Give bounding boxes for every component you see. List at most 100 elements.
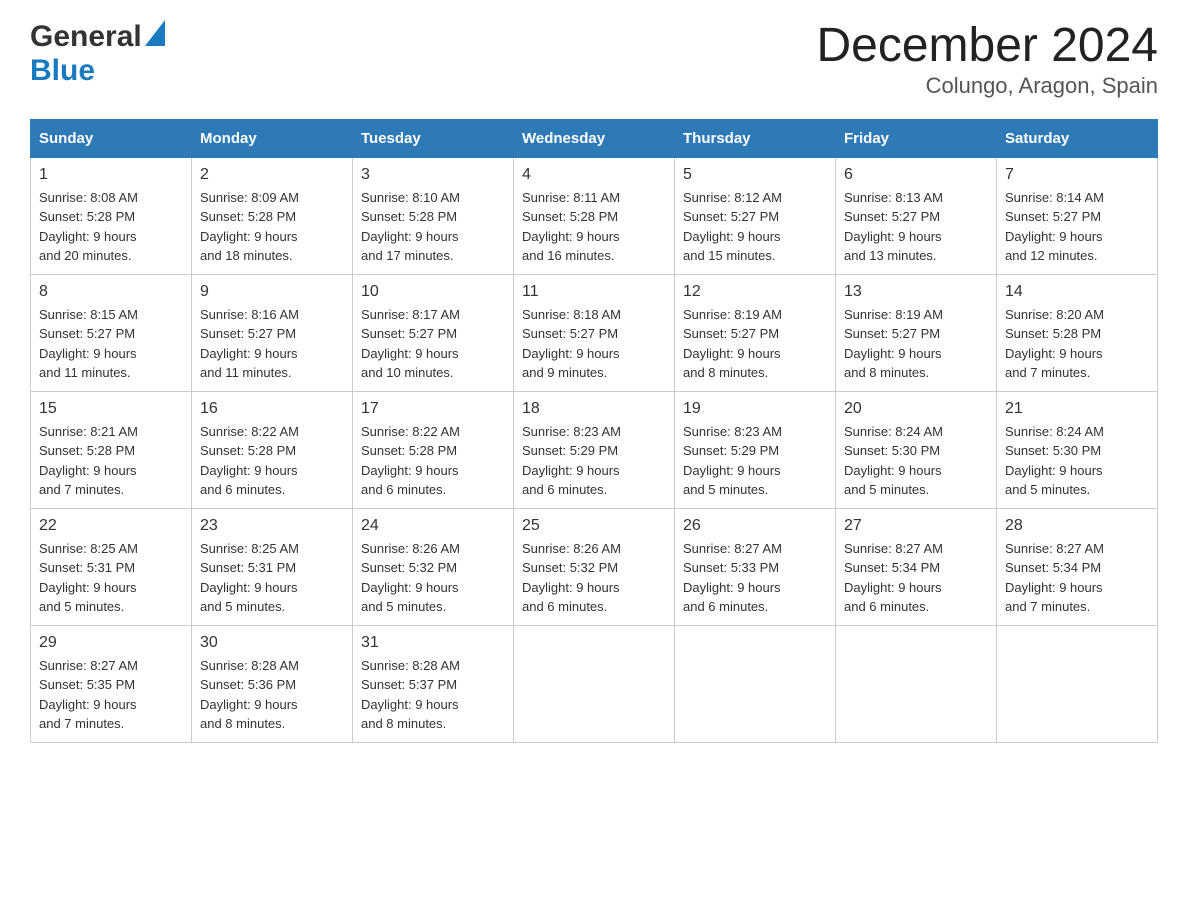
header-saturday: Saturday <box>997 119 1158 157</box>
calendar-cell: 29Sunrise: 8:27 AMSunset: 5:35 PMDayligh… <box>31 625 192 742</box>
calendar-cell: 13 Sunrise: 8:19 AMSunset: 5:27 PMDayligh… <box>836 274 997 391</box>
day-detail: Sunrise: 8:20 AMSunset: 5:28 PMDaylight:… <box>1005 305 1149 383</box>
calendar-cell: 16 Sunrise: 8:22 AMSunset: 5:28 PMDayligh… <box>192 391 353 508</box>
day-number: 20 <box>844 400 988 418</box>
calendar-cell: 8Sunrise: 8:15 AMSunset: 5:27 PMDaylight… <box>31 274 192 391</box>
calendar-row: 1 Sunrise: 8:08 AMSunset: 5:28 PMDaylight… <box>31 157 1158 274</box>
day-number: 25 <box>522 517 666 535</box>
day-number: 26 <box>683 517 827 535</box>
calendar-cell <box>675 625 836 742</box>
day-detail: Sunrise: 8:27 AMSunset: 5:33 PMDaylight:… <box>683 539 827 617</box>
calendar-cell: 26 Sunrise: 8:27 AMSunset: 5:33 PMDayligh… <box>675 508 836 625</box>
day-number: 21 <box>1005 400 1149 418</box>
calendar-cell: 1 Sunrise: 8:08 AMSunset: 5:28 PMDaylight… <box>31 157 192 274</box>
calendar-cell <box>514 625 675 742</box>
calendar-cell: 14 Sunrise: 8:20 AMSunset: 5:28 PMDayligh… <box>997 274 1158 391</box>
day-number: 17 <box>361 400 505 418</box>
calendar-cell: 4 Sunrise: 8:11 AMSunset: 5:28 PMDaylight… <box>514 157 675 274</box>
calendar-cell: 6Sunrise: 8:13 AMSunset: 5:27 PMDaylight… <box>836 157 997 274</box>
calendar-row: 22 Sunrise: 8:25 AMSunset: 5:31 PMDayligh… <box>31 508 1158 625</box>
day-detail: Sunrise: 8:16 AMSunset: 5:27 PMDaylight:… <box>200 305 344 383</box>
day-number: 18 <box>522 400 666 418</box>
calendar-cell: 12 Sunrise: 8:19 AMSunset: 5:27 PMDayligh… <box>675 274 836 391</box>
day-number: 7 <box>1005 166 1149 184</box>
calendar-cell: 17 Sunrise: 8:22 AMSunset: 5:28 PMDayligh… <box>353 391 514 508</box>
day-detail: Sunrise: 8:24 AMSunset: 5:30 PMDaylight:… <box>844 422 988 500</box>
calendar-cell: 27Sunrise: 8:27 AMSunset: 5:34 PMDayligh… <box>836 508 997 625</box>
day-number: 31 <box>361 634 505 652</box>
calendar-cell: 3Sunrise: 8:10 AMSunset: 5:28 PMDaylight… <box>353 157 514 274</box>
day-number: 30 <box>200 634 344 652</box>
day-detail: Sunrise: 8:28 AMSunset: 5:36 PMDaylight:… <box>200 656 344 734</box>
calendar-row: 29Sunrise: 8:27 AMSunset: 5:35 PMDayligh… <box>31 625 1158 742</box>
calendar-row: 15 Sunrise: 8:21 AMSunset: 5:28 PMDayligh… <box>31 391 1158 508</box>
day-detail: Sunrise: 8:28 AMSunset: 5:37 PMDaylight:… <box>361 656 505 734</box>
day-detail: Sunrise: 8:23 AMSunset: 5:29 PMDaylight:… <box>522 422 666 500</box>
day-detail: Sunrise: 8:22 AMSunset: 5:28 PMDaylight:… <box>361 422 505 500</box>
day-number: 24 <box>361 517 505 535</box>
day-detail: Sunrise: 8:18 AMSunset: 5:27 PMDaylight:… <box>522 305 666 383</box>
header-thursday: Thursday <box>675 119 836 157</box>
calendar-table: Sunday Monday Tuesday Wednesday Thursday… <box>30 119 1158 743</box>
calendar-cell: 11 Sunrise: 8:18 AMSunset: 5:27 PMDayligh… <box>514 274 675 391</box>
logo-blue: Blue <box>30 54 95 88</box>
calendar-row: 8Sunrise: 8:15 AMSunset: 5:27 PMDaylight… <box>31 274 1158 391</box>
day-number: 28 <box>1005 517 1149 535</box>
calendar-cell: 30 Sunrise: 8:28 AMSunset: 5:36 PMDayligh… <box>192 625 353 742</box>
day-number: 12 <box>683 283 827 301</box>
day-number: 23 <box>200 517 344 535</box>
calendar-cell: 5 Sunrise: 8:12 AMSunset: 5:27 PMDaylight… <box>675 157 836 274</box>
day-detail: Sunrise: 8:09 AMSunset: 5:28 PMDaylight:… <box>200 188 344 266</box>
day-detail: Sunrise: 8:26 AMSunset: 5:32 PMDaylight:… <box>522 539 666 617</box>
day-number: 1 <box>39 166 183 184</box>
logo-general: General <box>30 20 142 54</box>
day-number: 16 <box>200 400 344 418</box>
day-detail: Sunrise: 8:08 AMSunset: 5:28 PMDaylight:… <box>39 188 183 266</box>
calendar-cell: 25 Sunrise: 8:26 AMSunset: 5:32 PMDayligh… <box>514 508 675 625</box>
day-number: 15 <box>39 400 183 418</box>
day-detail: Sunrise: 8:22 AMSunset: 5:28 PMDaylight:… <box>200 422 344 500</box>
header-friday: Friday <box>836 119 997 157</box>
logo: General Blue <box>30 20 165 88</box>
logo-arrow-icon <box>145 20 165 46</box>
title-block: December 2024 Colungo, Aragon, Spain <box>816 20 1158 99</box>
day-number: 11 <box>522 283 666 301</box>
day-detail: Sunrise: 8:25 AMSunset: 5:31 PMDaylight:… <box>200 539 344 617</box>
day-detail: Sunrise: 8:19 AMSunset: 5:27 PMDaylight:… <box>844 305 988 383</box>
day-detail: Sunrise: 8:21 AMSunset: 5:28 PMDaylight:… <box>39 422 183 500</box>
calendar-cell <box>997 625 1158 742</box>
day-number: 5 <box>683 166 827 184</box>
header-tuesday: Tuesday <box>353 119 514 157</box>
day-number: 13 <box>844 283 988 301</box>
day-number: 27 <box>844 517 988 535</box>
calendar-cell: 20 Sunrise: 8:24 AMSunset: 5:30 PMDayligh… <box>836 391 997 508</box>
day-detail: Sunrise: 8:27 AMSunset: 5:35 PMDaylight:… <box>39 656 183 734</box>
day-number: 14 <box>1005 283 1149 301</box>
day-number: 22 <box>39 517 183 535</box>
day-number: 8 <box>39 283 183 301</box>
calendar-cell: 7 Sunrise: 8:14 AMSunset: 5:27 PMDaylight… <box>997 157 1158 274</box>
calendar-cell: 22Sunrise: 8:25 AMSunset: 5:31 PMDayligh… <box>31 508 192 625</box>
calendar-cell: 24 Sunrise: 8:26 AMSunset: 5:32 PMDayligh… <box>353 508 514 625</box>
day-detail: Sunrise: 8:14 AMSunset: 5:27 PMDaylight:… <box>1005 188 1149 266</box>
page-title: December 2024 <box>816 20 1158 73</box>
header-monday: Monday <box>192 119 353 157</box>
day-detail: Sunrise: 8:24 AMSunset: 5:30 PMDaylight:… <box>1005 422 1149 500</box>
day-detail: Sunrise: 8:11 AMSunset: 5:28 PMDaylight:… <box>522 188 666 266</box>
calendar-cell <box>836 625 997 742</box>
calendar-cell: 9 Sunrise: 8:16 AMSunset: 5:27 PMDaylight… <box>192 274 353 391</box>
calendar-cell: 28Sunrise: 8:27 AMSunset: 5:34 PMDayligh… <box>997 508 1158 625</box>
day-detail: Sunrise: 8:12 AMSunset: 5:27 PMDaylight:… <box>683 188 827 266</box>
day-number: 3 <box>361 166 505 184</box>
calendar-cell: 19Sunrise: 8:23 AMSunset: 5:29 PMDayligh… <box>675 391 836 508</box>
day-detail: Sunrise: 8:23 AMSunset: 5:29 PMDaylight:… <box>683 422 827 500</box>
day-number: 6 <box>844 166 988 184</box>
day-detail: Sunrise: 8:26 AMSunset: 5:32 PMDaylight:… <box>361 539 505 617</box>
calendar-cell: 18 Sunrise: 8:23 AMSunset: 5:29 PMDayligh… <box>514 391 675 508</box>
day-number: 4 <box>522 166 666 184</box>
header-wednesday: Wednesday <box>514 119 675 157</box>
calendar-cell: 21 Sunrise: 8:24 AMSunset: 5:30 PMDayligh… <box>997 391 1158 508</box>
day-number: 9 <box>200 283 344 301</box>
day-detail: Sunrise: 8:17 AMSunset: 5:27 PMDaylight:… <box>361 305 505 383</box>
day-detail: Sunrise: 8:19 AMSunset: 5:27 PMDaylight:… <box>683 305 827 383</box>
